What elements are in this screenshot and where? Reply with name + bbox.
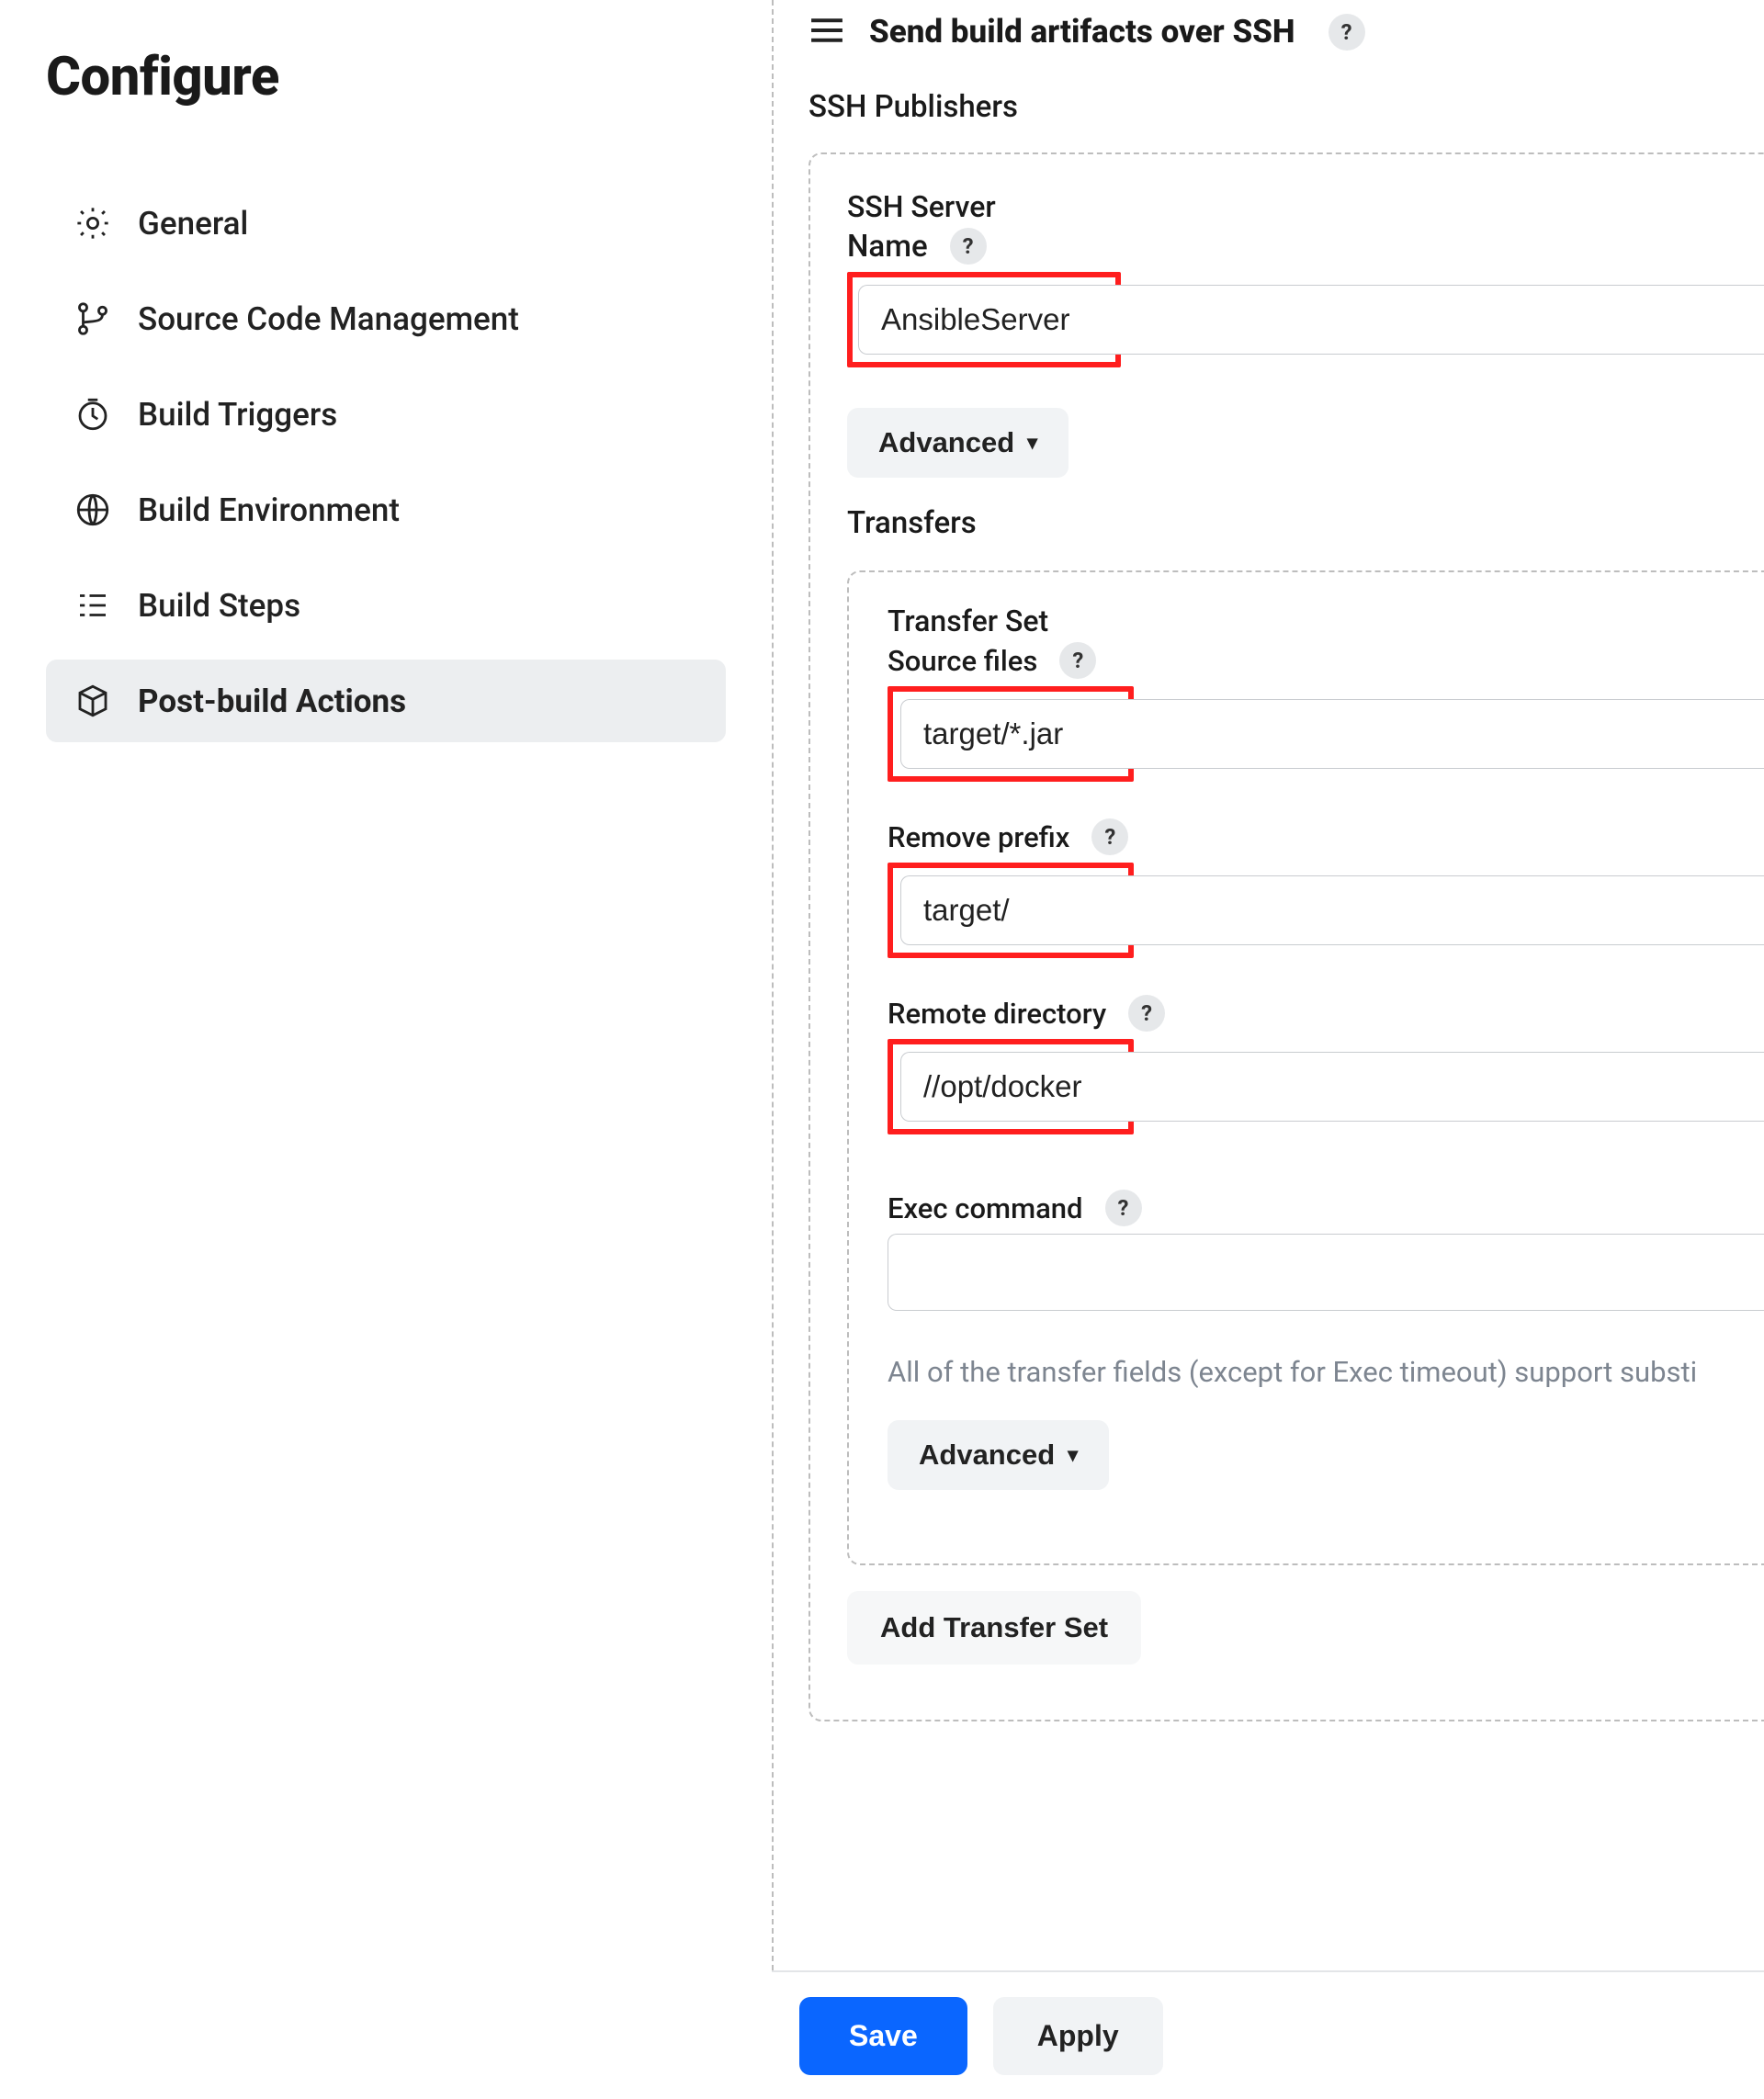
gear-icon bbox=[74, 204, 112, 243]
transfer-set-group-label: Transfer Set bbox=[888, 604, 1764, 638]
help-icon[interactable]: ? bbox=[950, 228, 987, 265]
chevron-down-icon: ▾ bbox=[1027, 431, 1037, 455]
sidebar-item-label: Build Triggers bbox=[138, 396, 337, 434]
sidebar-item-scm[interactable]: Source Code Management bbox=[46, 277, 726, 360]
sidebar-item-env[interactable]: Build Environment bbox=[46, 468, 726, 551]
clock-icon bbox=[74, 395, 112, 434]
sidebar: Configure General Source Code Management… bbox=[0, 0, 753, 755]
branch-icon bbox=[74, 299, 112, 338]
help-icon[interactable]: ? bbox=[1091, 818, 1128, 855]
transfer-set-box: Transfer Set Source files ? Remove prefi… bbox=[847, 570, 1764, 1565]
ssh-server-name-input[interactable] bbox=[858, 285, 1764, 355]
advanced-label: Advanced bbox=[878, 426, 1014, 459]
sidebar-item-label: Build Steps bbox=[138, 587, 300, 625]
remove-prefix-label: Remove prefix bbox=[888, 820, 1069, 854]
exec-command-label: Exec command bbox=[888, 1191, 1083, 1225]
ssh-publisher-box: SSH Server Name ? Advanced ▾ Transfers bbox=[808, 152, 1764, 1721]
source-files-label: Source files bbox=[888, 644, 1037, 678]
source-files-input[interactable] bbox=[900, 699, 1764, 769]
sidebar-item-steps[interactable]: Build Steps bbox=[46, 564, 726, 647]
highlight-source-files bbox=[888, 686, 1134, 782]
ssh-server-group-label: SSH Server bbox=[847, 189, 1764, 224]
transfer-hint: All of the transfer fields (except for E… bbox=[888, 1355, 1764, 1389]
help-icon[interactable]: ? bbox=[1059, 642, 1096, 679]
section-header: Send build artifacts over SSH ? bbox=[799, 0, 1764, 56]
save-button[interactable]: Save bbox=[799, 1997, 967, 2075]
vertical-divider bbox=[772, 0, 774, 1970]
remote-directory-label: Remote directory bbox=[888, 997, 1106, 1031]
help-icon[interactable]: ? bbox=[1128, 995, 1165, 1032]
add-transfer-set-button[interactable]: Add Transfer Set bbox=[847, 1591, 1141, 1665]
highlight-name bbox=[847, 272, 1121, 367]
sidebar-item-label: Build Environment bbox=[138, 491, 400, 529]
steps-icon bbox=[74, 586, 112, 625]
sidebar-item-general[interactable]: General bbox=[46, 182, 726, 265]
sidebar-item-postbuild[interactable]: Post-build Actions bbox=[46, 660, 726, 742]
sidebar-item-triggers[interactable]: Build Triggers bbox=[46, 373, 726, 456]
page-title: Configure bbox=[46, 46, 726, 108]
highlight-remove-prefix bbox=[888, 863, 1134, 958]
exec-command-input[interactable] bbox=[888, 1234, 1764, 1311]
help-icon[interactable]: ? bbox=[1105, 1190, 1142, 1226]
transfers-label: Transfers bbox=[847, 505, 1764, 541]
box-icon bbox=[74, 682, 112, 720]
name-label: Name bbox=[847, 229, 928, 265]
help-icon[interactable]: ? bbox=[1329, 14, 1365, 51]
advanced-label: Advanced bbox=[919, 1439, 1055, 1472]
sidebar-item-label: Post-build Actions bbox=[138, 683, 406, 720]
sidebar-item-label: Source Code Management bbox=[138, 300, 519, 338]
remote-directory-input[interactable] bbox=[900, 1052, 1764, 1122]
main-panel: Send build artifacts over SSH ? SSH Publ… bbox=[799, 0, 1764, 1721]
globe-icon bbox=[74, 491, 112, 529]
ssh-publishers-label: SSH Publishers bbox=[808, 89, 1764, 125]
ssh-server-advanced-button[interactable]: Advanced ▾ bbox=[847, 408, 1069, 478]
section-title: Send build artifacts over SSH bbox=[869, 13, 1295, 51]
remove-prefix-input[interactable] bbox=[900, 875, 1764, 945]
sidebar-item-label: General bbox=[138, 205, 248, 243]
drag-handle-icon[interactable] bbox=[808, 15, 845, 50]
transfer-advanced-button[interactable]: Advanced ▾ bbox=[888, 1420, 1109, 1490]
highlight-remote-dir bbox=[888, 1039, 1134, 1134]
apply-button[interactable]: Apply bbox=[993, 1997, 1163, 2075]
chevron-down-icon: ▾ bbox=[1068, 1443, 1078, 1467]
footer-bar: Save Apply bbox=[772, 1970, 1764, 2099]
